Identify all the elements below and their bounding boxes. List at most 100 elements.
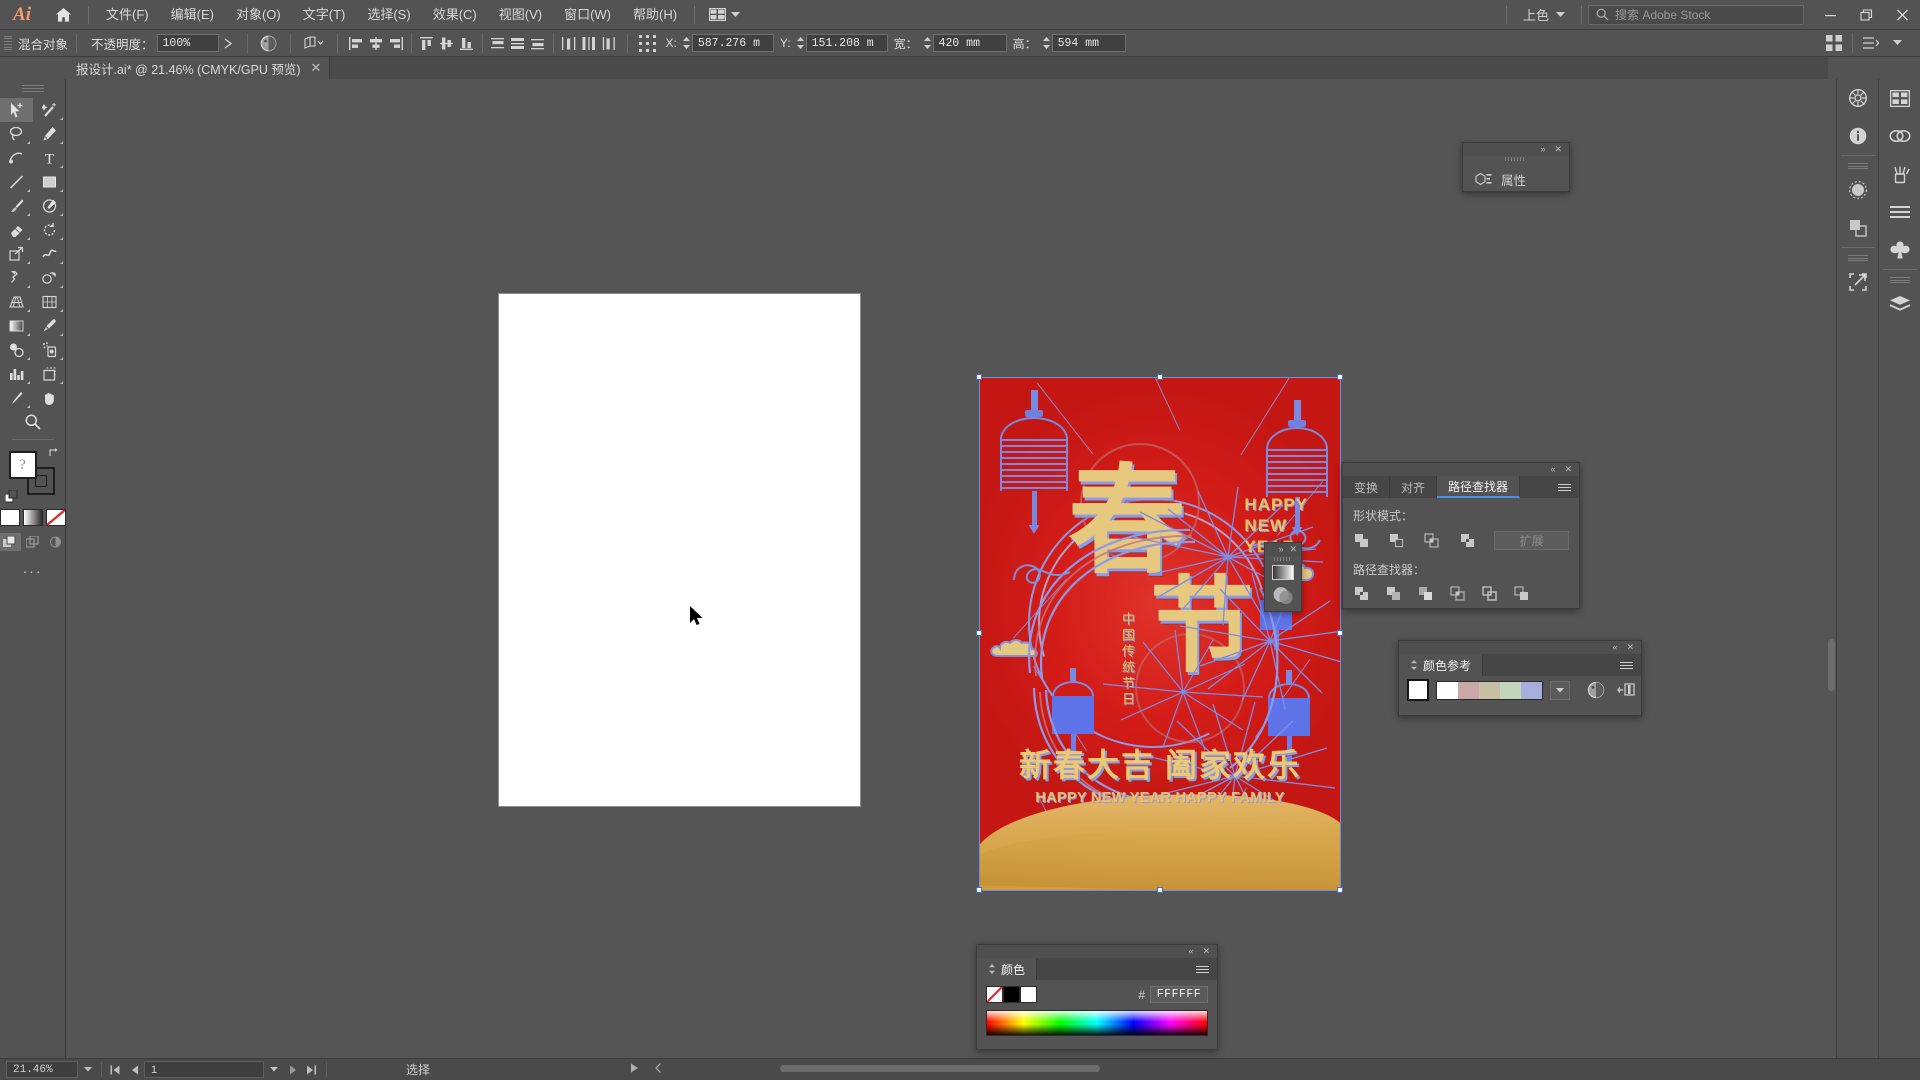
close-icon[interactable]: ✕ xyxy=(1554,145,1562,154)
width-tool[interactable] xyxy=(33,242,66,266)
align-right-icon[interactable] xyxy=(386,32,406,54)
harmony-swatch[interactable] xyxy=(1500,681,1521,699)
dock-group-grip-2[interactable] xyxy=(1847,255,1868,262)
minus-front-icon[interactable] xyxy=(1388,532,1404,549)
tab-color[interactable]: 颜色 xyxy=(977,958,1038,980)
symbols-icon[interactable] xyxy=(1879,231,1920,269)
limit-colors-icon[interactable] xyxy=(1617,681,1635,699)
selection-handle[interactable] xyxy=(1157,887,1163,893)
close-icon[interactable]: ✕ xyxy=(1289,545,1297,554)
color-guide-active-swatch[interactable] xyxy=(1407,679,1429,701)
column-graph-tool[interactable] xyxy=(0,362,33,386)
workspace-switcher[interactable] xyxy=(701,8,748,21)
close-icon[interactable]: ✕ xyxy=(311,60,322,76)
control-bar-overflow-icon[interactable] xyxy=(1884,32,1910,54)
libraries-icon[interactable] xyxy=(1837,79,1879,117)
last-artboard-icon[interactable] xyxy=(302,1059,321,1080)
divide-icon[interactable] xyxy=(1353,585,1370,602)
fill-swatch[interactable] xyxy=(1020,986,1037,1003)
control-bar-grip[interactable] xyxy=(4,34,12,53)
blend-tool[interactable] xyxy=(0,338,33,362)
opacity-options-button[interactable] xyxy=(219,32,239,54)
x-input[interactable]: 587.276 m xyxy=(691,34,774,52)
selection-handle[interactable] xyxy=(976,630,982,636)
canvas-vertical-scrollbar[interactable] xyxy=(1828,639,1835,691)
shape-builder-tool[interactable] xyxy=(33,266,66,290)
none-swatch[interactable] xyxy=(45,509,66,526)
menu-file[interactable]: 文件(F) xyxy=(95,0,160,30)
selection-handle[interactable] xyxy=(976,374,982,380)
distribute-top-icon[interactable] xyxy=(488,32,508,54)
magic-wand-tool[interactable] xyxy=(33,98,66,122)
scale-tool[interactable] xyxy=(0,242,33,266)
layers-icon[interactable] xyxy=(1879,285,1920,323)
menu-type[interactable]: 文字(T) xyxy=(292,0,357,30)
pathfinder-panel-menu-icon[interactable] xyxy=(1550,476,1579,498)
edit-colors-icon[interactable] xyxy=(1587,681,1605,699)
dock-group-grip[interactable] xyxy=(1847,163,1868,170)
color-spectrum-ramp[interactable] xyxy=(986,1010,1208,1036)
rotate-tool[interactable] xyxy=(33,218,66,242)
lasso-tool[interactable] xyxy=(0,122,33,146)
window-minimize-button[interactable] xyxy=(1812,0,1848,30)
arrange-icon[interactable] xyxy=(299,32,329,54)
menu-object[interactable]: 对象(O) xyxy=(225,0,292,30)
selection-handle[interactable] xyxy=(1337,374,1343,380)
color-guide-panel[interactable]: « ✕ 颜色参考 xyxy=(1398,640,1642,716)
harmony-swatch[interactable] xyxy=(1521,681,1542,699)
chevron-down-icon[interactable] xyxy=(264,1059,283,1080)
harmony-swatch[interactable] xyxy=(1437,681,1458,699)
selection-handle[interactable] xyxy=(1337,887,1343,893)
free-transform-tool[interactable] xyxy=(0,266,33,290)
distribute-center-h-icon[interactable] xyxy=(579,32,599,54)
align-center-vertical-icon[interactable] xyxy=(437,32,457,54)
color-guide-menu-icon[interactable] xyxy=(1612,654,1641,676)
zoom-tool[interactable] xyxy=(16,410,49,434)
tab-align[interactable]: 对齐 xyxy=(1390,476,1438,498)
pen-tool[interactable] xyxy=(33,122,66,146)
distribute-bottom-icon[interactable] xyxy=(528,32,548,54)
y-stepper[interactable] xyxy=(795,34,806,52)
gradient-tool[interactable] xyxy=(0,314,33,338)
distribute-center-v-icon[interactable] xyxy=(508,32,528,54)
perspective-grid-tool[interactable] xyxy=(0,290,33,314)
swap-fill-stroke-icon[interactable] xyxy=(48,447,61,462)
chevron-down-icon[interactable] xyxy=(78,1059,97,1080)
select-similar-icon[interactable] xyxy=(1858,32,1884,54)
zoom-input[interactable]: 21.46% xyxy=(6,1061,78,1078)
first-artboard-icon[interactable] xyxy=(106,1059,125,1080)
expand-button[interactable]: 扩展 xyxy=(1494,531,1570,550)
recolor-artwork-icon[interactable] xyxy=(256,32,282,54)
slice-tool[interactable] xyxy=(0,386,33,410)
symbol-sprayer-tool[interactable] xyxy=(33,338,66,362)
draw-normal-mode[interactable] xyxy=(0,533,21,551)
collapse-icon[interactable]: » xyxy=(1540,145,1545,154)
eraser-tool[interactable] xyxy=(0,218,33,242)
y-input[interactable]: 151.208 m xyxy=(805,34,888,52)
tab-transform[interactable]: 变换 xyxy=(1343,476,1391,498)
gradient-transparency-mini-panel[interactable]: » ✕ xyxy=(1264,542,1302,612)
close-icon[interactable]: ✕ xyxy=(1564,465,1572,474)
color-guide-harmony-strip[interactable] xyxy=(1436,680,1543,700)
minus-back-icon[interactable] xyxy=(1513,585,1530,602)
distribute-left-icon[interactable] xyxy=(559,32,579,54)
horizontal-scrollbar-thumb[interactable] xyxy=(780,1065,1100,1072)
menu-edit[interactable]: 编辑(E) xyxy=(160,0,225,30)
pathfinder-dock-icon[interactable] xyxy=(1837,209,1879,247)
menu-window[interactable]: 窗口(W) xyxy=(553,0,622,30)
gradient-swatch[interactable] xyxy=(22,509,43,526)
collapse-icon[interactable]: « xyxy=(1612,643,1617,652)
menu-help[interactable]: 帮助(H) xyxy=(622,0,688,30)
mini-panel-grip[interactable] xyxy=(1265,556,1301,562)
next-artboard-icon[interactable] xyxy=(283,1059,302,1080)
artboard-tool[interactable] xyxy=(33,362,66,386)
mesh-tool[interactable] xyxy=(33,290,66,314)
links-icon[interactable] xyxy=(1879,117,1920,155)
hand-tool[interactable] xyxy=(33,386,66,410)
stroke-swatch[interactable] xyxy=(1003,986,1020,1003)
align-center-horizontal-icon[interactable] xyxy=(366,32,386,54)
draw-behind-mode[interactable] xyxy=(22,533,44,551)
menu-view[interactable]: 视图(V) xyxy=(488,0,553,30)
status-text[interactable]: 选择 xyxy=(406,1061,430,1078)
color-mode-switcher[interactable]: 上色 xyxy=(1513,5,1575,24)
